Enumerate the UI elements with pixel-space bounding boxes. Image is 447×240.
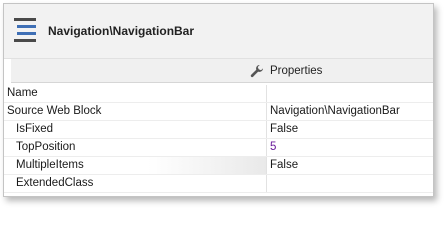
hamburger-icon [14,18,36,42]
property-value[interactable]: False [266,157,433,174]
property-row-extendedclass[interactable]: ExtendedClass [4,175,433,193]
property-name: IsFixed [16,123,54,135]
property-name: MultipleItems [4,157,266,174]
property-name: TopPosition [16,141,76,153]
page-title: Navigation\NavigationBar [48,24,195,38]
property-name: ExtendedClass [16,177,94,189]
header: Navigation\NavigationBar [4,4,433,59]
tab-label: Properties [270,64,323,77]
property-value[interactable]: Navigation\NavigationBar [266,103,433,120]
property-value[interactable] [266,175,433,192]
property-name: Source Web Block [7,105,102,117]
properties-window: Navigation\NavigationBar Properties Name… [3,3,434,197]
property-row-name[interactable]: Name [4,85,433,103]
property-grid: Name Source Web Block Navigation\Navigat… [4,85,433,193]
property-value[interactable]: False [266,121,433,138]
property-value[interactable] [266,85,433,102]
tab-bar: Properties [11,59,433,83]
property-row-multipleitems[interactable]: MultipleItems False [4,157,433,175]
wrench-icon [250,64,263,77]
property-value[interactable]: 5 [266,139,433,156]
property-row-source-web-block[interactable]: Source Web Block Navigation\NavigationBa… [4,103,433,121]
tab-properties[interactable]: Properties [250,59,322,82]
property-name: Name [7,87,38,99]
property-row-isfixed[interactable]: IsFixed False [4,121,433,139]
property-row-topposition[interactable]: TopPosition 5 [4,139,433,157]
